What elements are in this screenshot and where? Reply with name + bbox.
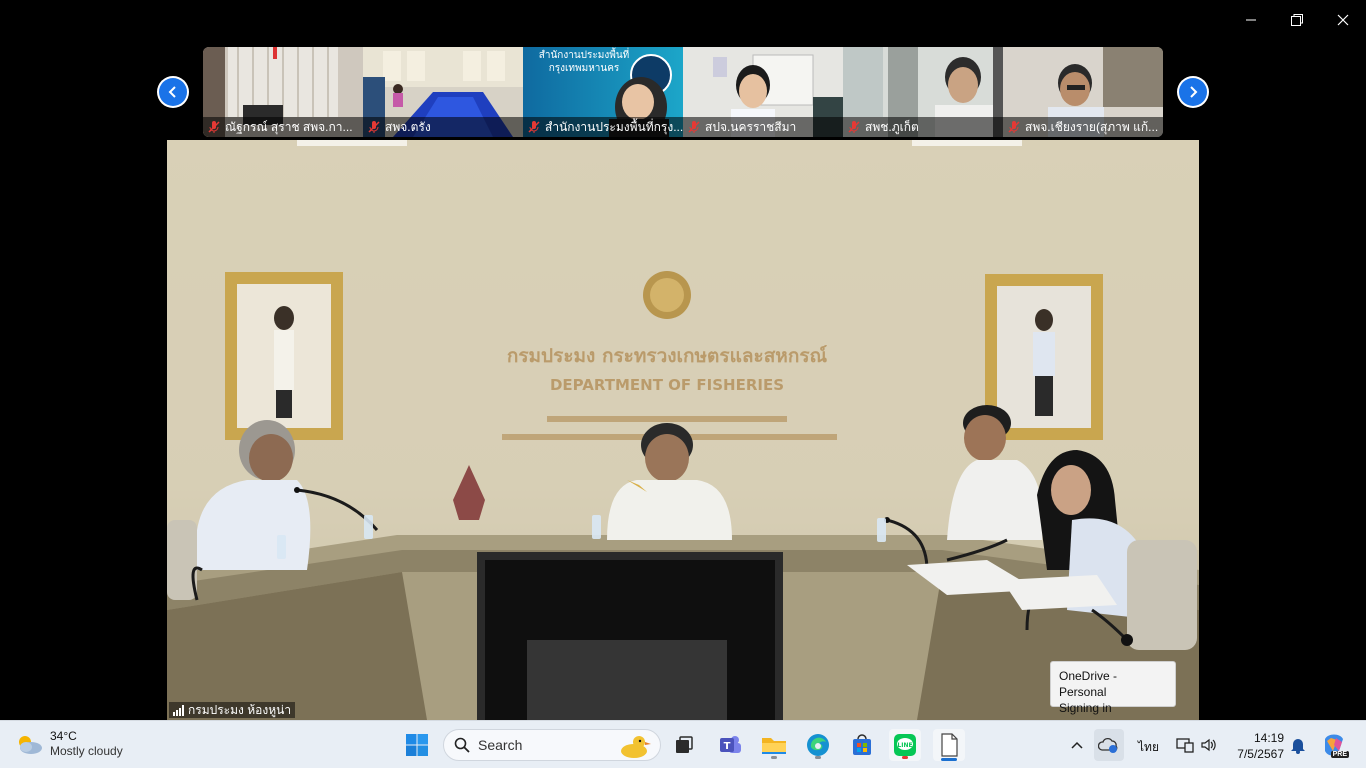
window-controls [1228, 0, 1366, 40]
input-language[interactable]: ไทย [1138, 738, 1159, 757]
windows-start-icon [406, 734, 428, 756]
active-window-indicator [941, 758, 957, 761]
zoom-app-button[interactable] [933, 729, 965, 761]
taskbar: 34°C Mostly cloudy Search T LINE ไทย 14:… [0, 720, 1366, 768]
main-speaker-tag: กรมประมง ห้องหูน่า [169, 702, 296, 718]
participant-tile[interactable]: สปจ.นครราชสีมา [683, 47, 843, 137]
minimize-button[interactable] [1228, 0, 1274, 40]
teams-icon: T [720, 736, 741, 753]
onedrive-sync-icon [1098, 737, 1118, 753]
meeting-room-scene: กรมประมง กระทรวงเกษตรและสหกรณ์ DEPARTMEN… [167, 140, 1199, 720]
mic-off-icon [848, 121, 860, 133]
restore-button[interactable] [1274, 0, 1320, 40]
copilot-button[interactable]: PRE [1318, 729, 1350, 761]
clock-time: 14:19 [1253, 731, 1284, 745]
weather-widget[interactable]: 34°C Mostly cloudy [14, 729, 123, 759]
microsoft-store-icon [853, 734, 871, 755]
signal-strength-icon [173, 704, 184, 716]
chevron-right-icon [1190, 86, 1198, 98]
onedrive-tray-button[interactable] [1094, 729, 1124, 761]
mic-off-icon [1008, 121, 1020, 133]
participant-name: สพจ.เชียงราย(สุภาพ แก้... [1025, 119, 1159, 134]
participant-tile[interactable]: สพจ.ตรัง [363, 47, 523, 137]
notification-body: Signing in [1059, 701, 1112, 715]
close-icon [1337, 14, 1349, 26]
running-indicator [902, 756, 908, 759]
restore-icon [1291, 14, 1303, 26]
task-view-icon [676, 736, 693, 753]
show-hidden-icons-button[interactable] [1064, 729, 1090, 761]
running-indicator [815, 756, 821, 759]
volume-button[interactable] [1196, 729, 1222, 761]
running-indicator [771, 756, 777, 759]
chevron-up-icon [1071, 741, 1083, 749]
participant-name: สพช.ภูเก็ต [865, 119, 919, 134]
main-speaker-name: กรมประมง ห้องหูน่า [188, 702, 292, 717]
participant-name: ณัฐกรณ์ สุราช สพจ.กา... [225, 119, 353, 134]
room-sign-th: กรมประมง กระทรวงเกษตรและสหกรณ์ [507, 345, 828, 367]
search-label: Search [478, 737, 523, 753]
task-view-button[interactable] [668, 729, 700, 761]
preview-badge: PRE [1330, 751, 1349, 758]
participant-name: สพจ.ตรัง [385, 119, 431, 134]
bell-icon [1291, 739, 1305, 754]
cloudy-weather-icon [19, 736, 42, 754]
svg-text:LINE: LINE [897, 742, 912, 749]
participant-name: สำนักงานประมงพื้นที่กรุง... [545, 119, 683, 134]
volume-icon [1201, 738, 1216, 752]
mic-off-icon [528, 121, 540, 133]
main-video[interactable]: กรมประมง กระทรวงเกษตรและสหกรณ์ DEPARTMEN… [167, 140, 1199, 720]
svg-text:T: T [724, 741, 731, 752]
search-icon [454, 737, 470, 753]
taskbar-search[interactable]: Search [443, 729, 661, 761]
chevron-left-icon [168, 86, 176, 98]
participant-tile[interactable]: สพจ.เชียงราย(สุภาพ แก้... [1003, 47, 1163, 137]
weather-temp: 34°C [50, 729, 77, 743]
clock-date: 7/5/2567 [1237, 747, 1284, 761]
gallery-next-button[interactable] [1177, 76, 1209, 108]
tile-overlay-text: สำนักงานประมงพื้นที่ กรุงเทพมหานคร [538, 50, 630, 74]
edge-button[interactable] [802, 729, 834, 761]
participant-tile[interactable]: สำนักงานประมงพื้นที่ กรุงเทพมหานคร สำนัก… [523, 47, 683, 137]
file-explorer-icon [762, 738, 786, 754]
network-icon [1176, 738, 1194, 753]
teams-button[interactable]: T [714, 729, 746, 761]
onedrive-notification[interactable]: OneDrive - Personal Signing in [1050, 661, 1176, 715]
store-button[interactable] [846, 729, 878, 761]
close-button[interactable] [1320, 0, 1366, 40]
file-explorer-button[interactable] [758, 729, 790, 761]
mic-off-icon [368, 121, 380, 133]
edge-browser-icon [807, 734, 829, 756]
network-button[interactable] [1172, 729, 1198, 761]
mic-off-icon [208, 121, 220, 133]
clock[interactable]: 14:19 7/5/2567 [1237, 730, 1284, 762]
line-chat-icon: LINE [894, 734, 916, 756]
participant-tile[interactable]: ณัฐกรณ์ สุราช สพจ.กา... [203, 47, 363, 137]
room-sign-en: DEPARTMENT OF FISHERIES [550, 376, 784, 394]
weather-desc: Mostly cloudy [50, 744, 123, 758]
document-window-icon [941, 733, 958, 757]
participant-strip: ณัฐกรณ์ สุราช สพจ.กา... สพจ.ตรัง สำนักงา… [203, 47, 1163, 137]
notifications-button[interactable] [1286, 729, 1310, 761]
line-app-button[interactable]: LINE [889, 729, 921, 761]
participant-tile[interactable]: สพช.ภูเก็ต [843, 47, 1003, 137]
duck-search-highlight-icon [621, 736, 651, 758]
start-button[interactable] [401, 729, 433, 761]
minimize-icon [1246, 19, 1256, 21]
notification-title: OneDrive - Personal [1059, 669, 1118, 699]
participant-name: สปจ.นครราชสีมา [705, 119, 797, 134]
mic-off-icon [688, 121, 700, 133]
gallery-prev-button[interactable] [157, 76, 189, 108]
